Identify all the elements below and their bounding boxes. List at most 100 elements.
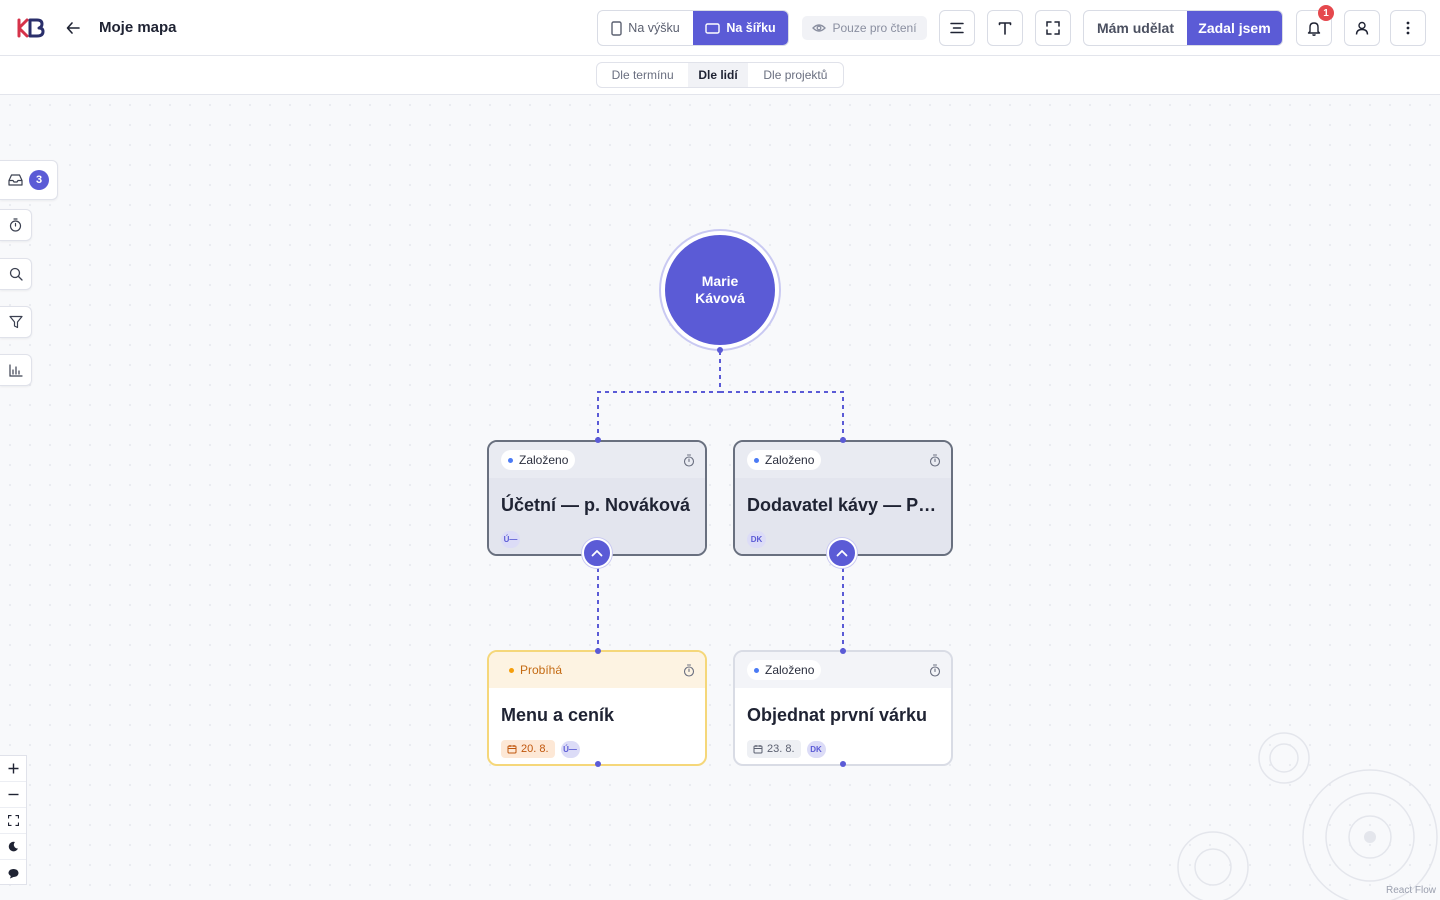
node-3-target-handle[interactable] — [595, 648, 601, 654]
node-4-target-handle[interactable] — [840, 648, 846, 654]
timer-icon[interactable] — [929, 453, 941, 467]
status-dot — [754, 457, 759, 463]
orientation-toggle: Na výšku Na šířku — [597, 10, 789, 46]
fullscreen-icon — [1046, 21, 1060, 35]
task-title: Dodavatel kávy — Praž — [747, 495, 939, 515]
text-size-button[interactable] — [987, 10, 1023, 46]
calendar-icon — [507, 745, 517, 754]
task-card[interactable]: Založeno Objednat první várku 23. 8. DK — [733, 650, 953, 766]
timer-tool-button[interactable] — [0, 209, 32, 241]
node-4-source-handle[interactable] — [840, 761, 846, 767]
task-card-body: Objednat první várku 23. 8. DK — [735, 688, 951, 764]
more-menu-button[interactable] — [1390, 10, 1426, 46]
status-dot — [509, 667, 514, 673]
orientation-portrait-label: Na výšku — [628, 21, 680, 35]
task-card-header: Založeno — [489, 442, 705, 478]
task-title: Účetní — p. Nováková — [501, 495, 691, 515]
assignee-avatar: Ú— — [560, 740, 580, 758]
group-by-deadline-tab[interactable]: Dle termínu — [597, 63, 688, 87]
root-person-node[interactable]: Marie Kávová — [659, 229, 781, 351]
back-button[interactable] — [62, 18, 84, 38]
landscape-icon — [705, 22, 721, 34]
status-badge: Založeno — [747, 450, 822, 470]
node-2-target-handle[interactable] — [840, 437, 846, 443]
status-badge: Probíhá — [501, 660, 569, 680]
status-dot — [508, 457, 513, 463]
arrow-left-icon — [66, 22, 80, 34]
moon-icon — [8, 841, 18, 852]
align-button[interactable] — [939, 10, 975, 46]
timer-icon[interactable] — [929, 663, 941, 677]
root-source-handle[interactable] — [717, 347, 723, 353]
chevron-up-icon — [591, 550, 603, 557]
status-dot — [754, 667, 759, 673]
status-badge: Založeno — [501, 450, 576, 470]
inbox-icon — [8, 174, 23, 186]
status-label: Založeno — [765, 453, 815, 467]
assignee-avatar: DK — [806, 740, 826, 758]
readonly-toggle[interactable]: Pouze pro čtení — [802, 16, 927, 40]
chevron-up-icon — [836, 550, 848, 557]
page-title: Moje mapa — [99, 19, 177, 36]
task-card-header: Probíhá — [489, 652, 705, 688]
comment-button[interactable] — [0, 860, 26, 886]
bell-icon — [1307, 21, 1321, 36]
app-logo[interactable] — [17, 18, 47, 38]
task-meta: 20. 8. Ú— — [501, 739, 693, 759]
zoom-in-button[interactable] — [0, 756, 26, 782]
group-by-projects-tab[interactable]: Dle projektů — [748, 63, 843, 87]
search-tool-button[interactable] — [0, 258, 32, 290]
portrait-icon — [611, 20, 622, 36]
due-date-label: 23. 8. — [767, 743, 795, 755]
task-card-header: Založeno — [735, 652, 951, 688]
zoom-out-button[interactable] — [0, 782, 26, 808]
notifications-button[interactable]: 1 — [1296, 5, 1334, 46]
node-3-source-handle[interactable] — [595, 761, 601, 767]
collapse-children-button[interactable] — [827, 538, 857, 568]
task-card-body: Menu a ceník 20. 8. Ú— — [489, 688, 705, 764]
task-title: Menu a ceník — [501, 705, 615, 725]
orientation-portrait-button[interactable]: Na výšku — [598, 11, 693, 45]
due-date-badge: 23. 8. — [747, 740, 801, 758]
minus-icon — [8, 793, 18, 796]
profile-button[interactable] — [1344, 10, 1380, 46]
inbox-button[interactable]: 3 — [0, 160, 58, 200]
task-title: Objednat první várku — [747, 705, 928, 725]
node-1-target-handle[interactable] — [595, 437, 601, 443]
notification-count-badge: 1 — [1318, 5, 1334, 21]
more-vertical-icon — [1406, 21, 1410, 35]
filter-tool-button[interactable] — [0, 306, 32, 338]
theme-toggle-button[interactable] — [0, 834, 26, 860]
assignee-avatar: DK — [747, 530, 766, 548]
top-bar: Moje mapa Na výšku Na šířku Pouze pro čt… — [0, 0, 1440, 56]
plus-icon — [8, 763, 18, 774]
fullscreen-button[interactable] — [1035, 10, 1071, 46]
timer-icon[interactable] — [683, 663, 695, 677]
react-flow-attribution[interactable]: React Flow — [1386, 885, 1436, 896]
speech-bubble-icon — [8, 868, 18, 878]
grouping-bar: Dle termínu Dle lidí Dle projektů — [0, 56, 1440, 95]
text-t-icon — [998, 22, 1012, 35]
status-label: Probíhá — [520, 663, 563, 677]
status-label: Založeno — [519, 453, 569, 467]
timer-icon[interactable] — [683, 453, 695, 467]
timer-icon — [9, 218, 22, 232]
group-by-people-tab[interactable]: Dle lidí — [688, 63, 748, 87]
task-card[interactable]: Probíhá Menu a ceník 20. 8. Ú— — [487, 650, 707, 766]
orientation-landscape-button[interactable]: Na šířku — [693, 11, 788, 45]
tasks-mine-button[interactable]: Mám udělat — [1084, 11, 1187, 45]
align-center-icon — [950, 22, 964, 34]
flow-canvas[interactable] — [0, 95, 1440, 900]
fit-view-button[interactable] — [0, 808, 26, 834]
due-date-badge: 20. 8. — [501, 740, 555, 758]
collapse-children-button[interactable] — [582, 538, 612, 568]
root-person-name: Marie Kávová — [665, 235, 775, 345]
assignee-avatar: Ú— — [501, 530, 520, 548]
bar-chart-icon — [8, 363, 23, 377]
grouping-toggle: Dle termínu Dle lidí Dle projektů — [596, 62, 844, 88]
stats-tool-button[interactable] — [0, 354, 32, 386]
tasks-assigned-button[interactable]: Zadal jsem — [1186, 11, 1282, 45]
orientation-landscape-label: Na šířku — [726, 21, 776, 35]
eye-icon — [812, 24, 827, 32]
filter-icon — [8, 315, 23, 329]
